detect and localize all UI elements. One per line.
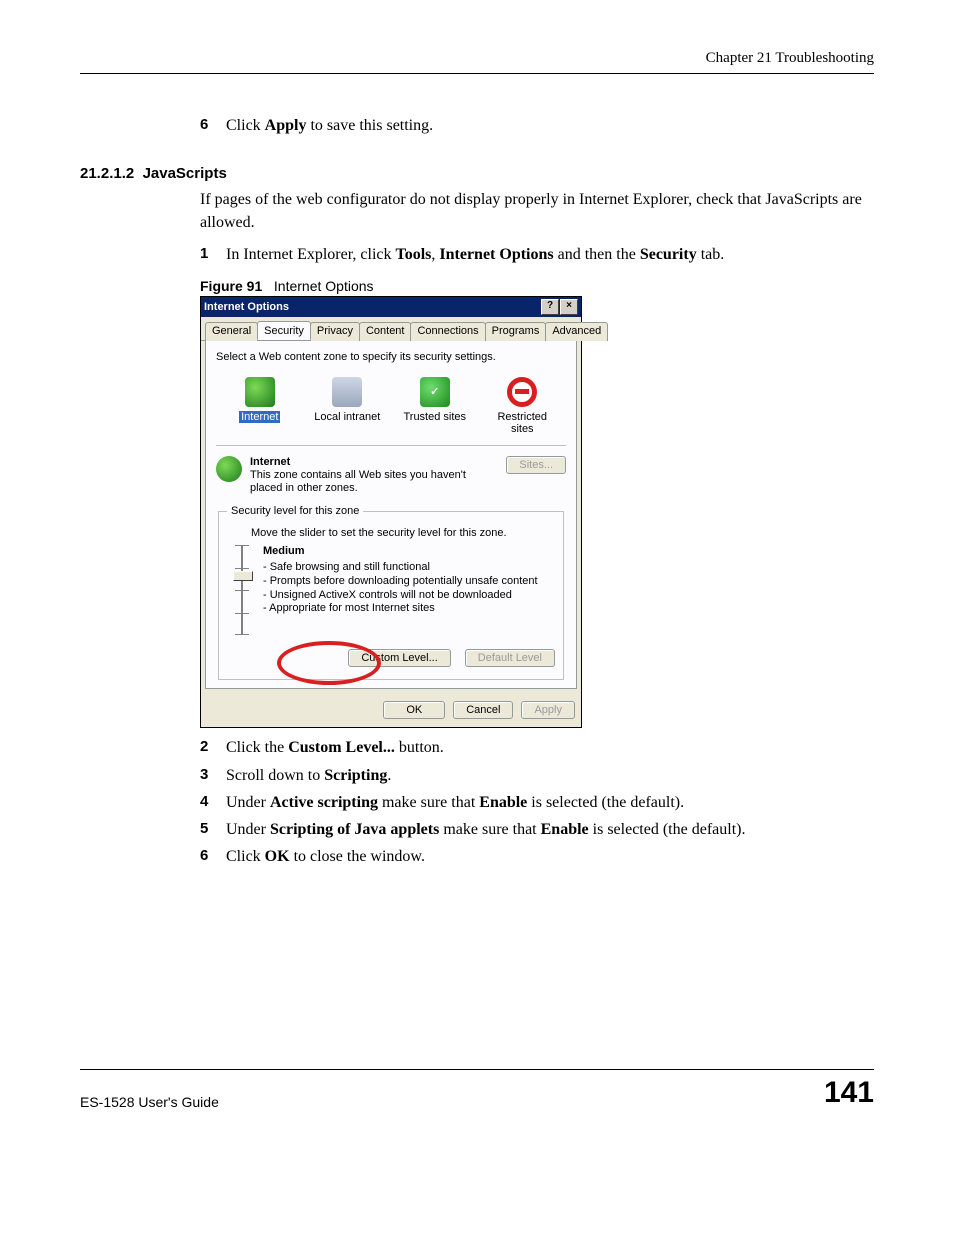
dialog-tabs: General Security Privacy Content Connect… <box>201 317 581 341</box>
ok-button[interactable]: OK <box>383 701 445 719</box>
zone-local-intranet[interactable]: Local intranet <box>312 377 382 435</box>
section-intro: If pages of the web configurator do not … <box>200 188 874 234</box>
pre-steps-list: 6 Click Apply to save this setting. <box>200 114 874 137</box>
globe-icon <box>216 456 242 482</box>
zone-restricted-sites[interactable]: Restricted sites <box>487 377 557 435</box>
page-number: 141 <box>824 1076 874 1110</box>
list-item: 1 In Internet Explorer, click Tools, Int… <box>200 243 874 266</box>
globe-icon <box>245 377 275 407</box>
list-item: 6 Click Apply to save this setting. <box>200 114 874 137</box>
tab-connections[interactable]: Connections <box>410 322 485 341</box>
steps-b-list: 2Click the Custom Level... button. 3Scro… <box>200 736 874 868</box>
step-number: 6 <box>200 114 208 136</box>
page-footer: ES-1528 User's Guide 141 <box>80 1061 874 1110</box>
restricted-icon <box>507 377 537 407</box>
list-item: 6Click OK to close the window. <box>200 845 874 868</box>
tab-general[interactable]: General <box>205 322 258 341</box>
apply-button[interactable]: Apply <box>521 701 575 719</box>
tab-security[interactable]: Security <box>257 321 311 340</box>
list-item: 4Under Active scripting make sure that E… <box>200 791 874 814</box>
internet-options-dialog: Internet Options ? × General Security Pr… <box>200 296 582 729</box>
close-button[interactable]: × <box>560 299 578 315</box>
sites-button[interactable]: Sites... <box>506 456 566 474</box>
security-panel: Select a Web content zone to specify its… <box>205 341 577 690</box>
rule-bottom <box>80 1069 874 1070</box>
intranet-icon <box>332 377 362 407</box>
zone-trusted-sites[interactable]: ✓ Trusted sites <box>400 377 470 435</box>
list-item: 2Click the Custom Level... button. <box>200 736 874 759</box>
footer-guide: ES-1528 User's Guide <box>80 1094 219 1110</box>
step-number: 1 <box>200 243 208 265</box>
steps-a-list: 1 In Internet Explorer, click Tools, Int… <box>200 243 874 266</box>
tab-advanced[interactable]: Advanced <box>545 322 608 341</box>
zone-internet[interactable]: Internet <box>225 377 295 435</box>
tab-privacy[interactable]: Privacy <box>310 322 360 341</box>
section-heading: 21.2.1.2 JavaScripts <box>80 165 874 182</box>
list-item: 3Scroll down to Scripting. <box>200 764 874 787</box>
list-item: 5Under Scripting of Java applets make su… <box>200 818 874 841</box>
zone-hint: Select a Web content zone to specify its… <box>216 351 566 363</box>
figure-caption: Figure 91 Internet Options <box>200 278 874 294</box>
tab-programs[interactable]: Programs <box>485 322 547 341</box>
default-level-button[interactable]: Default Level <box>465 649 555 667</box>
security-level-group: Security level for this zone Move the sl… <box>218 505 564 680</box>
security-level-legend: Security level for this zone <box>227 505 363 517</box>
custom-level-button[interactable]: Custom Level... <box>348 649 450 667</box>
tab-content[interactable]: Content <box>359 322 412 341</box>
zone-row: Internet Local intranet ✓ Trusted sites … <box>216 371 566 446</box>
security-slider[interactable] <box>233 545 251 635</box>
cancel-button[interactable]: Cancel <box>453 701 513 719</box>
help-button[interactable]: ? <box>541 299 559 315</box>
dialog-titlebar: Internet Options ? × <box>201 297 581 317</box>
slider-hint: Move the slider to set the security leve… <box>251 527 555 539</box>
security-level-text: Medium - Safe browsing and still functio… <box>263 545 538 635</box>
chapter-header: Chapter 21 Troubleshooting <box>80 50 874 67</box>
zone-desc-title: Internet <box>250 456 290 468</box>
step-text: Click Apply to save this setting. <box>226 117 433 134</box>
dialog-title: Internet Options <box>204 301 289 313</box>
zone-description: Internet This zone contains all Web site… <box>216 456 566 496</box>
zone-desc-text: This zone contains all Web sites you hav… <box>250 469 466 494</box>
step-text: In Internet Explorer, click Tools, Inter… <box>226 246 724 263</box>
trusted-icon: ✓ <box>420 377 450 407</box>
dialog-button-row: OK Cancel Apply <box>201 693 581 727</box>
rule-top <box>80 73 874 74</box>
